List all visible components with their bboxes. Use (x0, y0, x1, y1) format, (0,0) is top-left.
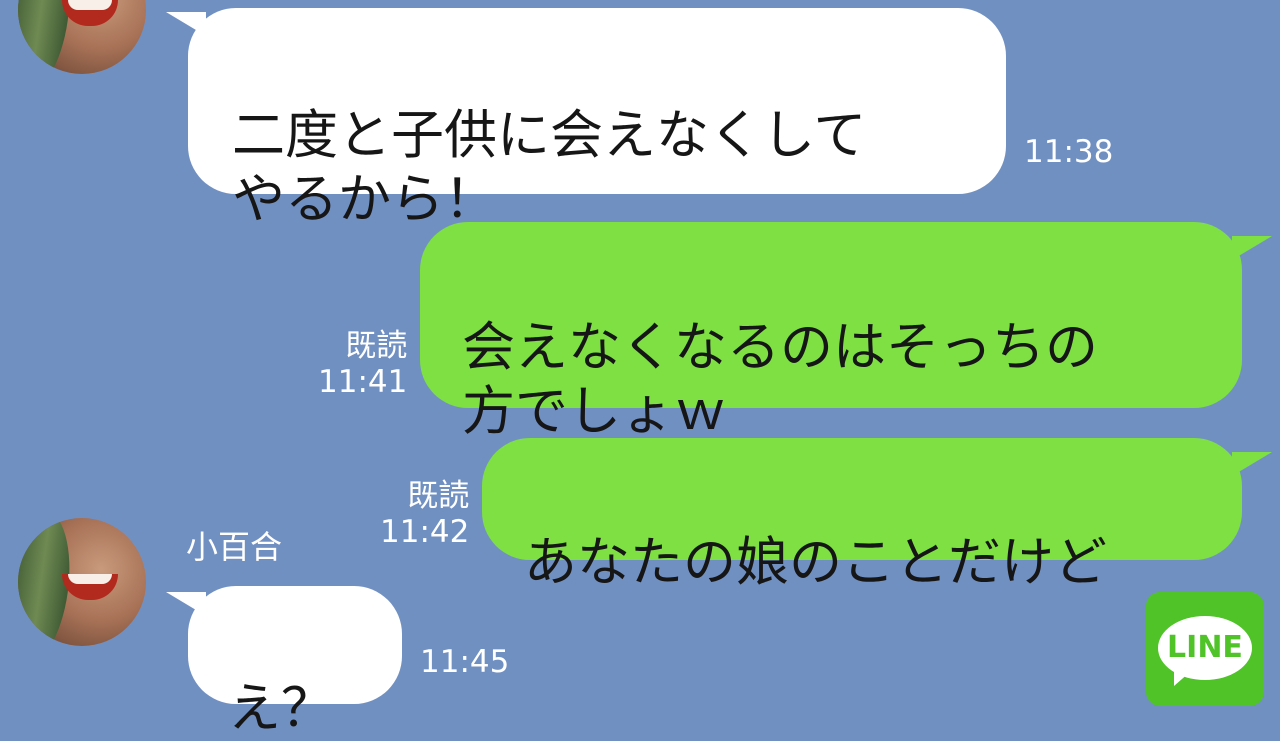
bubble-tail (1232, 236, 1272, 260)
logo-label: LINE (1167, 630, 1243, 665)
message-timestamp: 11:45 (420, 644, 510, 680)
bubble-tail (1232, 452, 1272, 476)
outgoing-message-bubble[interactable]: 会えなくなるのはそっちの 方でしょｗ (420, 222, 1242, 442)
read-status: 既読 (345, 328, 408, 364)
message-timestamp: 11:41 (318, 364, 408, 400)
message-text: あなたの娘のことだけど (524, 532, 1107, 593)
avatar-teeth (68, 0, 112, 10)
contact-avatar[interactable] (18, 518, 146, 646)
message-timestamp: 11:42 (380, 514, 470, 550)
sender-name: 小百合 (186, 528, 283, 566)
read-receipt: 既読 11:42 (380, 478, 469, 550)
message-text: 二度と子供に会えなくして やるから！ (232, 105, 867, 230)
message-text: え？ (228, 678, 334, 739)
contact-avatar[interactable] (18, 0, 146, 74)
incoming-message-bubble[interactable]: 二度と子供に会えなくして やるから！ (188, 8, 1006, 230)
read-receipt: 既読 11:41 (318, 328, 407, 400)
outgoing-message-bubble[interactable]: あなたの娘のことだけど (482, 438, 1242, 593)
message-timestamp: 11:38 (1024, 134, 1114, 170)
logo-bubble-tail (1174, 672, 1190, 686)
read-status: 既読 (407, 478, 470, 514)
message-text: 会えなくなるのはそっちの 方でしょｗ (462, 317, 1098, 442)
incoming-message-bubble[interactable]: え？ (188, 586, 402, 739)
line-logo-icon: LINE (1146, 592, 1264, 706)
avatar-teeth (68, 574, 112, 584)
